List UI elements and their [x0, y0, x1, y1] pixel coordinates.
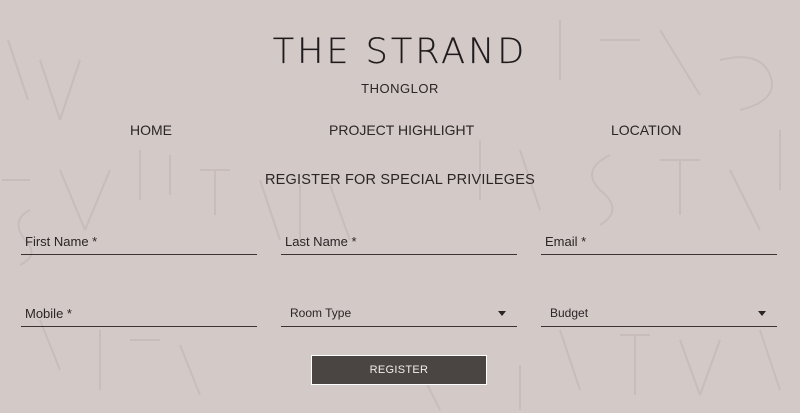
brand-subtitle: THONGLOR — [361, 81, 439, 96]
caret-down-icon — [498, 311, 506, 316]
main-nav: HOME PROJECT HIGHLIGHT LOCATION — [0, 122, 800, 140]
room-type-select[interactable]: Room Type — [281, 301, 517, 327]
form-title: REGISTER FOR SPECIAL PRIVILEGES — [265, 172, 535, 188]
nav-location[interactable]: LOCATION — [611, 122, 682, 138]
email-field[interactable] — [541, 229, 777, 254]
mobile-field[interactable] — [21, 301, 257, 326]
budget-select[interactable]: Budget — [541, 301, 777, 327]
last-name-field-wrap — [281, 229, 517, 255]
email-field-wrap — [541, 229, 777, 255]
register-button[interactable]: REGISTER — [311, 355, 487, 385]
nav-home[interactable]: HOME — [130, 122, 172, 138]
first-name-field[interactable] — [21, 229, 257, 254]
nav-project-highlight[interactable]: PROJECT HIGHLIGHT — [329, 122, 474, 138]
caret-down-icon — [758, 311, 766, 316]
room-type-label: Room Type — [290, 306, 352, 320]
brand-title: THE STRAND — [272, 32, 528, 72]
budget-label: Budget — [550, 306, 589, 320]
first-name-field-wrap — [21, 229, 257, 255]
mobile-field-wrap — [21, 301, 257, 327]
last-name-field[interactable] — [281, 229, 517, 254]
brand-logo[interactable]: THE STRAND THONGLOR — [0, 30, 800, 96]
